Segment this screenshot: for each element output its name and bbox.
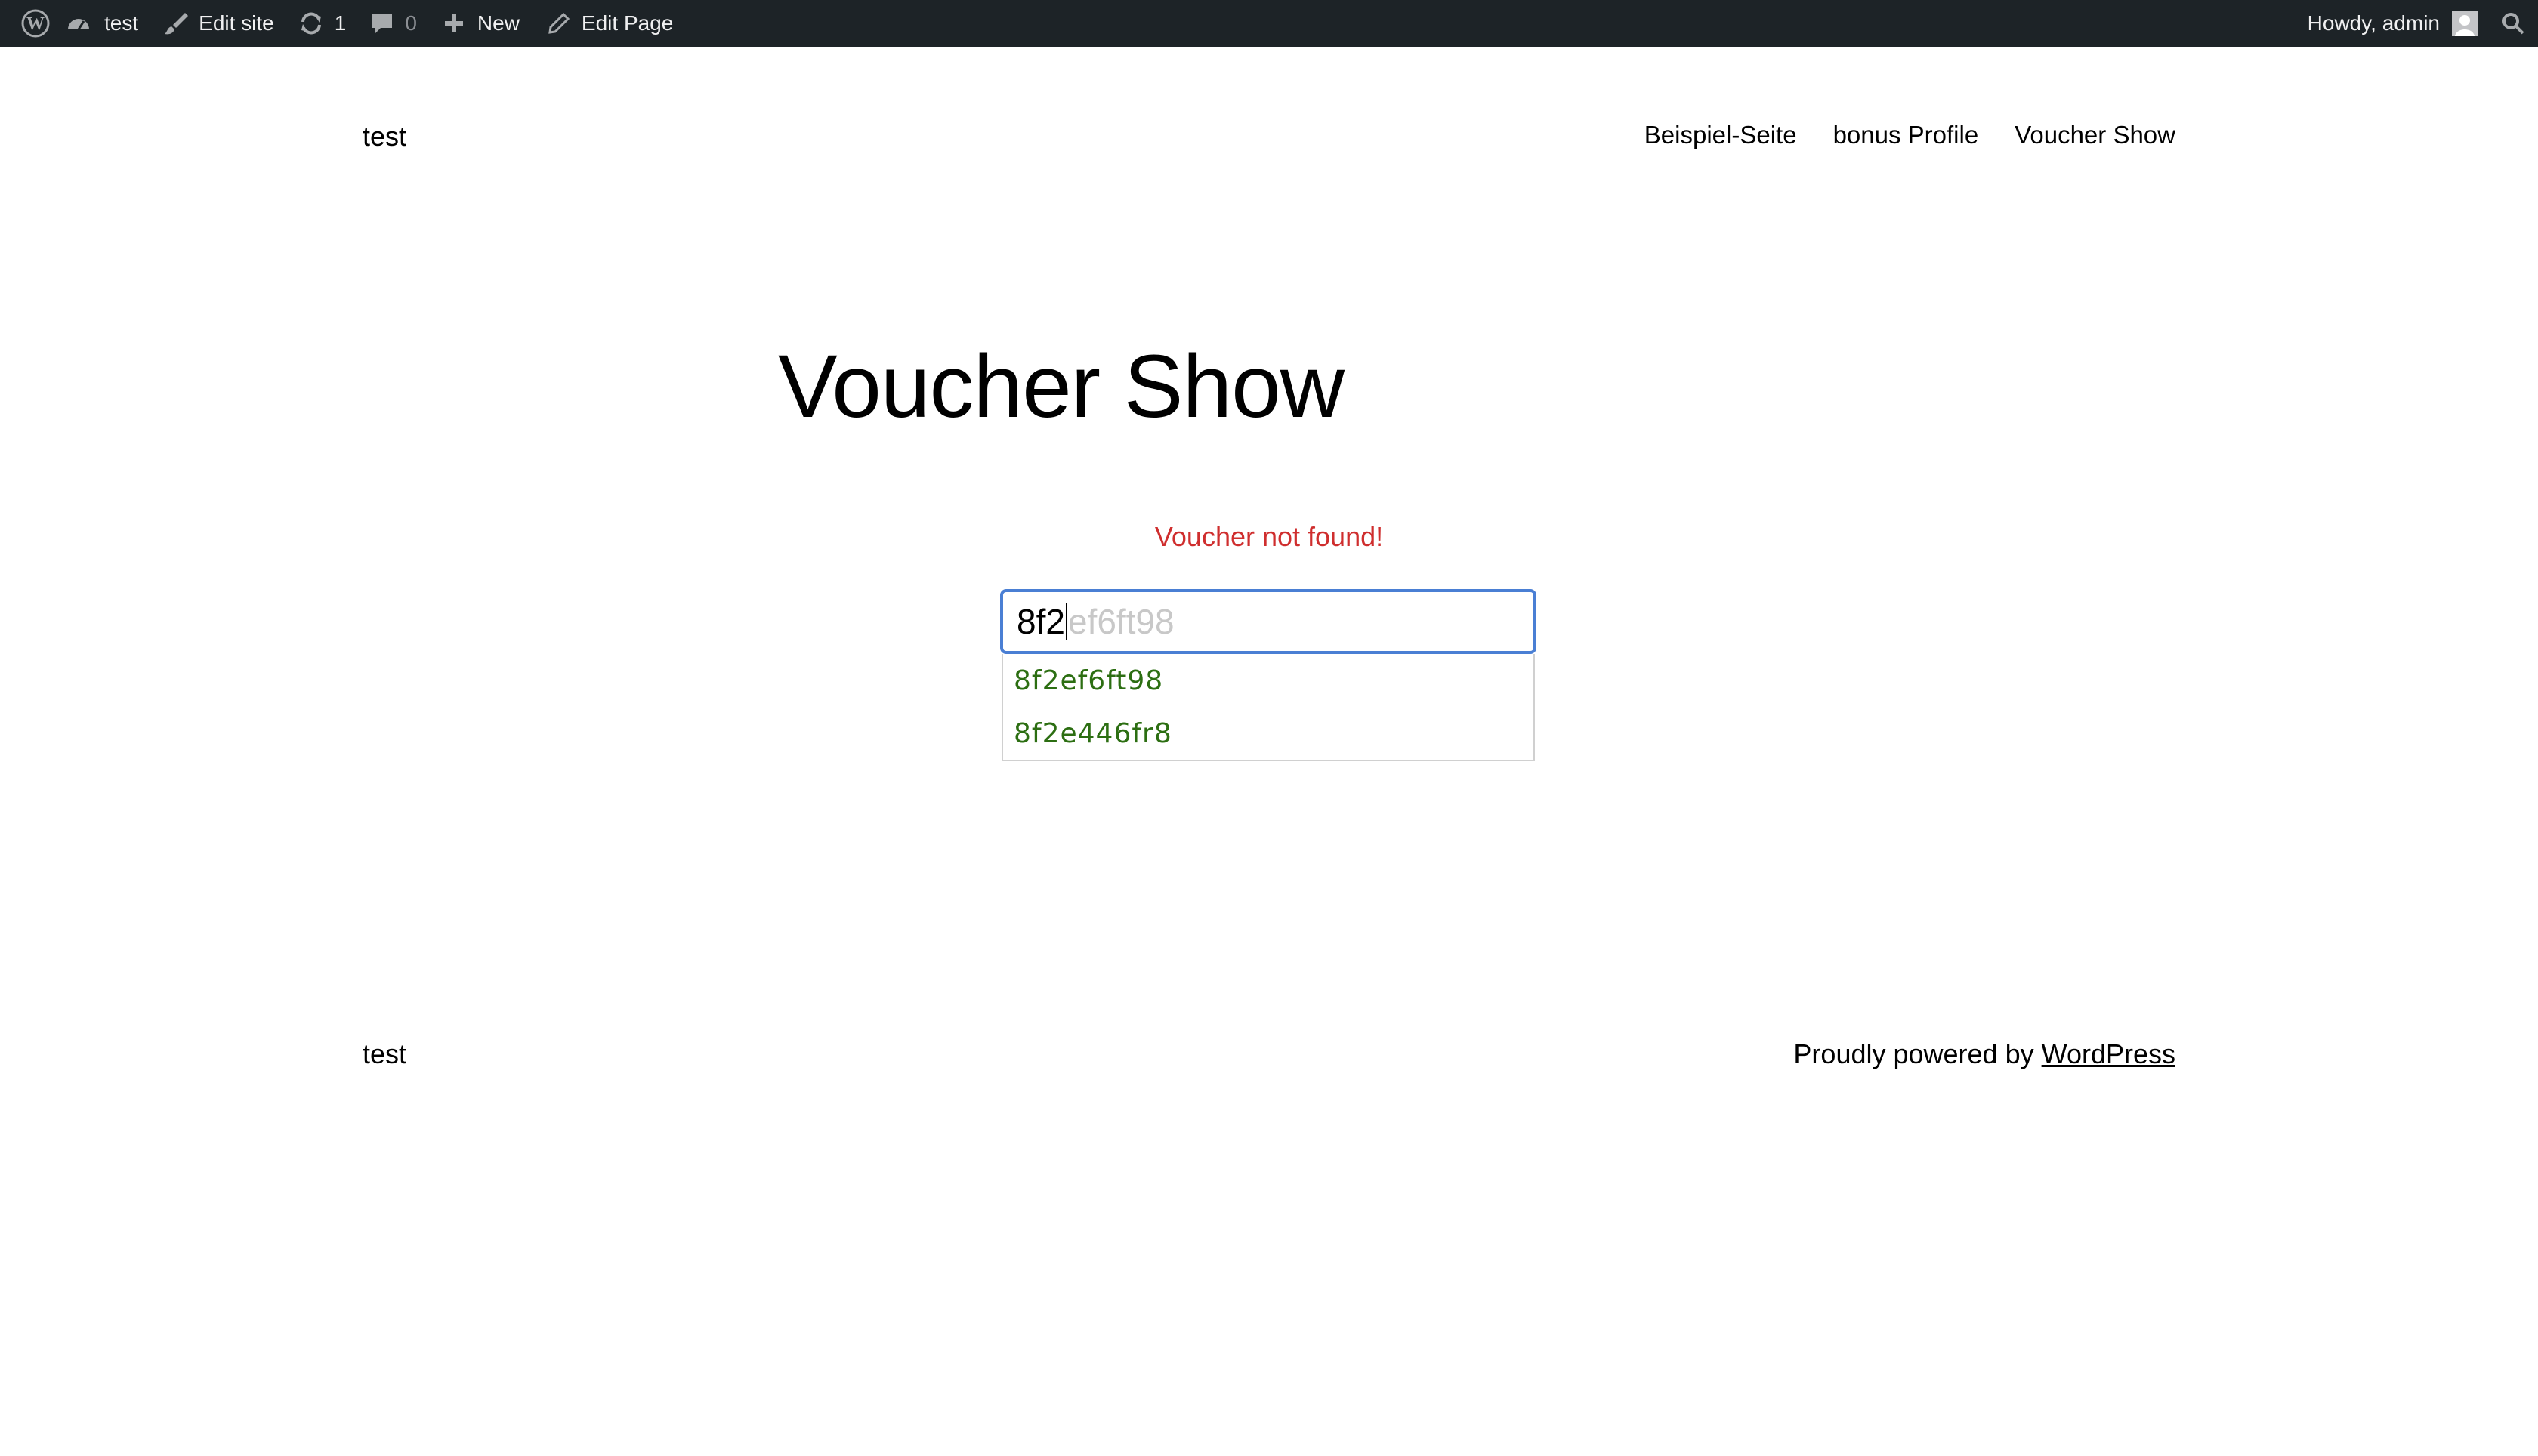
site-name-label: test [104, 11, 139, 35]
voucher-code-input[interactable]: 8f2 ef6ft98 [1000, 589, 1536, 654]
wordpress-link[interactable]: WordPress [2042, 1038, 2175, 1069]
avatar-icon [2452, 11, 2478, 36]
dashboard-icon [68, 19, 89, 30]
primary-navigation: Beispiel-Seite bonus Profile Voucher Sho… [1644, 121, 2175, 150]
howdy-label: Howdy, admin [2307, 11, 2440, 35]
updates-count: 1 [334, 11, 347, 35]
edit-site-label: Edit site [199, 11, 274, 35]
autocomplete-option[interactable]: 8f2ef6ft98 [1003, 654, 1533, 707]
text-caret [1065, 603, 1067, 640]
new-content-link[interactable]: New [443, 0, 520, 47]
footer-site-title[interactable]: test [363, 1038, 406, 1070]
site-name-menu[interactable]: test [65, 0, 138, 47]
autocomplete-option[interactable]: 8f2e446fr8 [1003, 707, 1533, 760]
comments-link[interactable]: 0 [370, 0, 417, 47]
footer-credit: Proudly powered by WordPress [1793, 1038, 2175, 1070]
svg-text:W: W [26, 14, 45, 34]
nav-item-beispiel-seite[interactable]: Beispiel-Seite [1644, 121, 1797, 150]
nav-item-voucher-show[interactable]: Voucher Show [2015, 121, 2175, 150]
comment-icon [372, 14, 393, 33]
brush-icon [165, 13, 189, 35]
my-account-menu[interactable]: Howdy, admin [2308, 0, 2478, 47]
search-icon [2502, 13, 2524, 35]
footer-credit-prefix: Proudly powered by [1793, 1038, 2042, 1069]
site-title-link[interactable]: test [363, 121, 406, 153]
admin-bar: W test Edit site 1 0 New Edit Page Howdy… [0, 0, 2538, 47]
input-autocomplete-hint: ef6ft98 [1067, 602, 1175, 641]
updates-link[interactable]: 1 [298, 0, 347, 47]
autocomplete-dropdown: 8f2ef6ft98 8f2e446fr8 [1002, 654, 1535, 761]
plus-icon [444, 14, 463, 32]
admin-search-button[interactable] [2500, 0, 2526, 47]
page-title: Voucher Show [778, 337, 1345, 436]
comments-count: 0 [405, 11, 417, 35]
pencil-icon [548, 12, 570, 34]
error-message: Voucher not found! [1154, 521, 1384, 552]
edit-page-link[interactable]: Edit Page [547, 0, 673, 47]
refresh-icon [301, 12, 321, 35]
edit-site-link[interactable]: Edit site [162, 0, 274, 47]
input-typed-text: 8f2 [1017, 602, 1065, 641]
wordpress-menu[interactable]: W [11, 0, 60, 47]
new-label: New [477, 11, 520, 35]
nav-item-bonus-profile[interactable]: bonus Profile [1833, 121, 1979, 150]
edit-page-label: Edit Page [581, 11, 674, 35]
wordpress-logo-icon: W [21, 9, 50, 38]
